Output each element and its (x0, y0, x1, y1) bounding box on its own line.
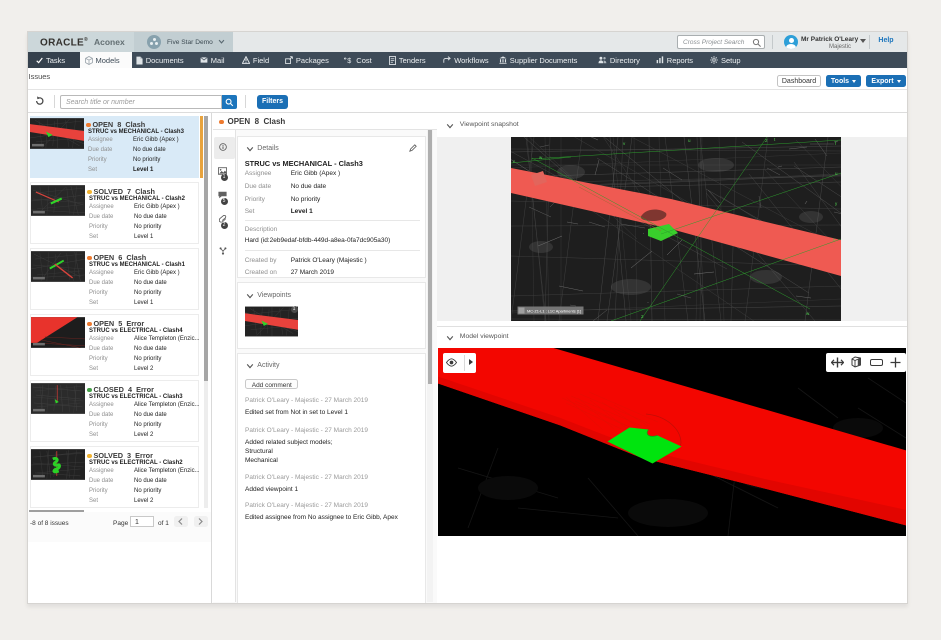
svg-text:MC-Z1-L1 : L1C Apartments [1]: MC-Z1-L1 : L1C Apartments [1] (527, 308, 581, 313)
svg-text:$: $ (348, 56, 352, 64)
